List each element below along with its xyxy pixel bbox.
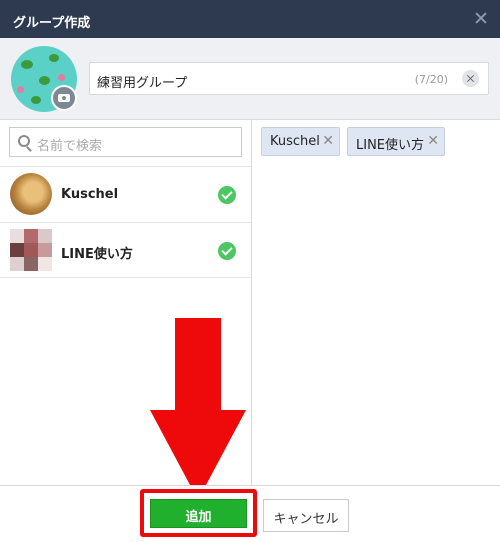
list-item[interactable]: LINE使い方 <box>0 222 251 278</box>
highlight-annotation: 追加 <box>140 489 257 537</box>
member-chip: LINE使い方 ✕ <box>347 127 445 156</box>
chip-label: LINE使い方 <box>356 138 425 153</box>
create-group-dialog: グループ作成 練習用グループ (7/20) 名前で検索 Kuschel LINE… <box>0 0 500 542</box>
avatar-pattern <box>21 60 33 69</box>
avatar-pattern <box>17 86 24 93</box>
friend-name: LINE使い方 <box>61 247 133 262</box>
arrow-annotation-icon <box>150 318 246 500</box>
search-input[interactable]: 名前で検索 <box>9 127 242 157</box>
clear-icon[interactable] <box>462 70 479 87</box>
avatar <box>10 173 52 215</box>
dialog-title: グループ作成 <box>13 16 91 31</box>
search-placeholder: 名前で検索 <box>37 139 103 154</box>
cancel-button[interactable]: キャンセル <box>263 499 349 532</box>
close-icon[interactable] <box>472 9 490 27</box>
friend-name: Kuschel <box>61 187 119 202</box>
avatar-pattern <box>49 54 59 62</box>
camera-icon[interactable] <box>51 85 77 111</box>
add-button[interactable]: 追加 <box>150 499 247 528</box>
check-icon[interactable] <box>218 186 236 204</box>
close-icon[interactable]: ✕ <box>427 133 439 149</box>
avatar-pattern <box>31 96 41 104</box>
close-icon[interactable]: ✕ <box>322 133 334 149</box>
chip-label: Kuschel <box>270 134 320 149</box>
avatar-pattern <box>58 74 65 81</box>
avatar <box>10 229 52 271</box>
title-bar: グループ作成 <box>0 0 500 38</box>
group-name-input[interactable]: 練習用グループ (7/20) <box>89 62 489 95</box>
avatar-pattern <box>39 76 50 85</box>
member-chip: Kuschel ✕ <box>261 127 340 156</box>
group-header: 練習用グループ (7/20) <box>0 38 500 120</box>
check-icon[interactable] <box>218 242 236 260</box>
friend-list: Kuschel LINE使い方 <box>0 166 251 278</box>
search-icon <box>18 135 30 147</box>
list-item[interactable]: Kuschel <box>0 166 251 222</box>
group-name-value: 練習用グループ <box>97 76 188 91</box>
char-counter: (7/20) <box>414 73 448 86</box>
dialog-footer: 追加 キャンセル <box>0 485 500 542</box>
selected-members: Kuschel ✕ LINE使い方 ✕ <box>252 120 500 485</box>
